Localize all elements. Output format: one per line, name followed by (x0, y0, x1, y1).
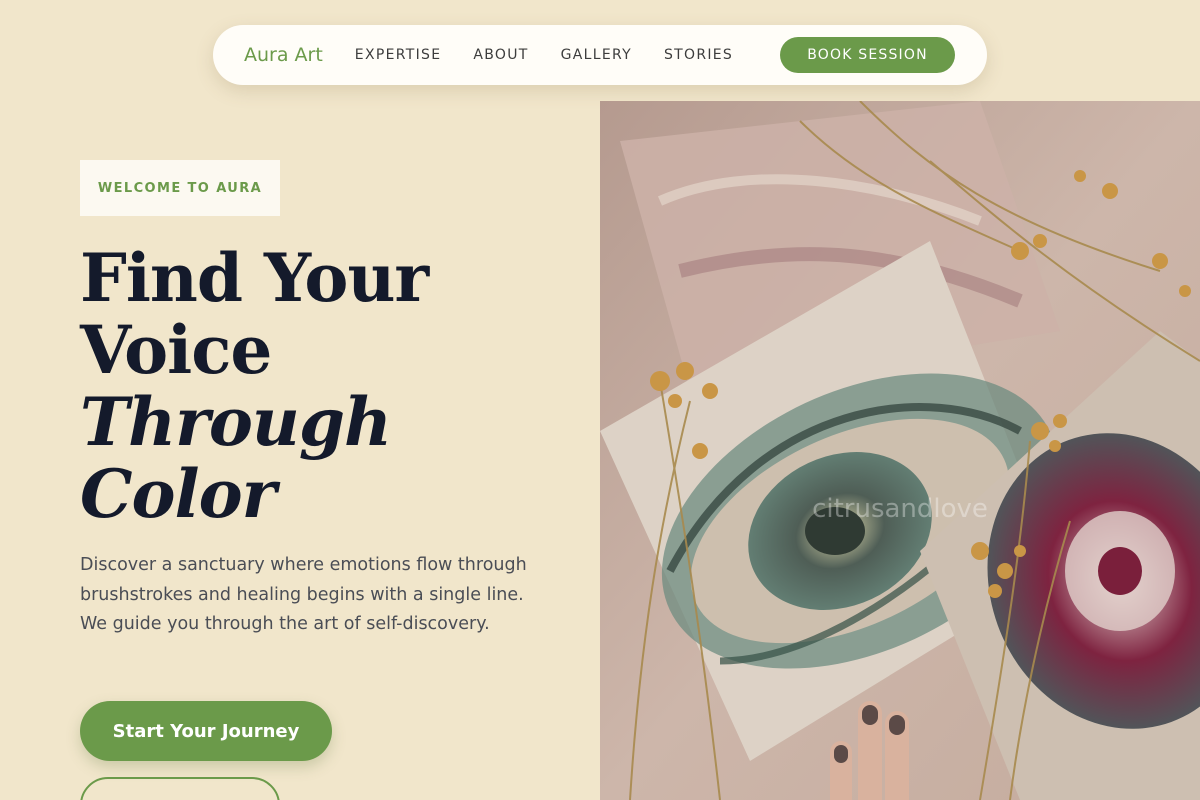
secondary-cta-button[interactable] (80, 777, 280, 800)
nav-link-about[interactable]: ABOUT (473, 47, 528, 63)
headline-line-4: Color (80, 455, 276, 533)
nav-link-gallery[interactable]: GALLERY (561, 47, 632, 63)
headline-line-1: Find Your (80, 239, 429, 317)
top-navigation: Aura Art EXPERTISE ABOUT GALLERY STORIES… (213, 25, 987, 85)
image-watermark: citrusandlove (812, 494, 988, 524)
book-session-button[interactable]: BOOK SESSION (780, 37, 955, 73)
hero-description: Discover a sanctuary where emotions flow… (80, 555, 527, 634)
hero-headline: Find Your Voice Through Color (80, 239, 429, 533)
nav-link-stories[interactable]: STORIES (664, 47, 733, 63)
artwork-illustration: citrusandlove (600, 101, 1200, 800)
welcome-badge: WELCOME TO AURA (80, 160, 280, 216)
nav-link-expertise[interactable]: EXPERTISE (355, 47, 442, 63)
headline-line-3: Through (80, 383, 392, 461)
brand-logo[interactable]: Aura Art (244, 44, 323, 66)
headline-line-2: Voice (80, 311, 272, 389)
hero-artwork-image: citrusandlove (600, 101, 1200, 800)
start-journey-button[interactable]: Start Your Journey (80, 701, 332, 761)
